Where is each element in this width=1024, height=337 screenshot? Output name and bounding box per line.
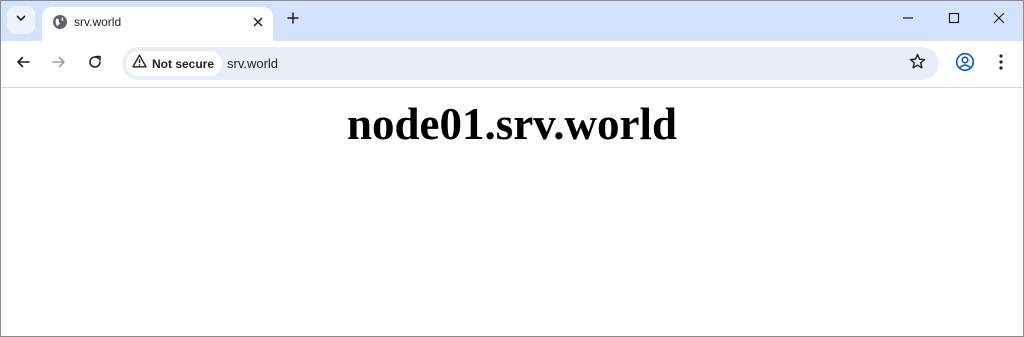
back-button[interactable] (8, 49, 38, 79)
new-tab-button[interactable] (282, 9, 304, 31)
plus-icon (287, 11, 299, 29)
back-arrow-icon (15, 54, 31, 75)
maximize-button[interactable] (932, 5, 976, 35)
address-bar[interactable]: Not secure srv.world (122, 47, 939, 80)
more-vert-icon (999, 53, 1003, 75)
minimize-icon (902, 11, 914, 29)
close-window-button[interactable] (977, 5, 1021, 35)
menu-button[interactable] (987, 50, 1015, 78)
close-icon[interactable] (249, 13, 267, 31)
page-heading: node01.srv.world (346, 99, 678, 149)
reload-icon (87, 54, 103, 75)
forward-button[interactable] (44, 49, 74, 79)
bookmark-button[interactable] (907, 53, 927, 75)
forward-arrow-icon (51, 54, 67, 75)
security-indicator[interactable]: Not secure (126, 51, 223, 76)
star-icon (909, 53, 926, 75)
tab-strip: srv.world (1, 1, 1023, 41)
reload-button[interactable] (80, 49, 110, 79)
profile-button[interactable] (951, 50, 979, 78)
tab-search-button[interactable] (7, 6, 35, 34)
globe-icon (52, 14, 68, 30)
chevron-down-icon (15, 11, 27, 29)
url-text[interactable]: srv.world (227, 56, 278, 71)
close-icon (993, 11, 1005, 29)
browser-window: srv.world Not secure srv.world node01.sr… (0, 0, 1024, 337)
profile-icon (955, 52, 975, 77)
warning-icon (132, 54, 147, 73)
toolbar: Not secure srv.world (1, 41, 1023, 88)
minimize-button[interactable] (886, 5, 930, 35)
tab-active[interactable]: srv.world (42, 7, 273, 41)
maximize-icon (948, 11, 960, 29)
security-label: Not secure (152, 56, 215, 71)
tab-title: srv.world (74, 15, 122, 29)
page-content: node01.srv.world (1, 88, 1023, 336)
